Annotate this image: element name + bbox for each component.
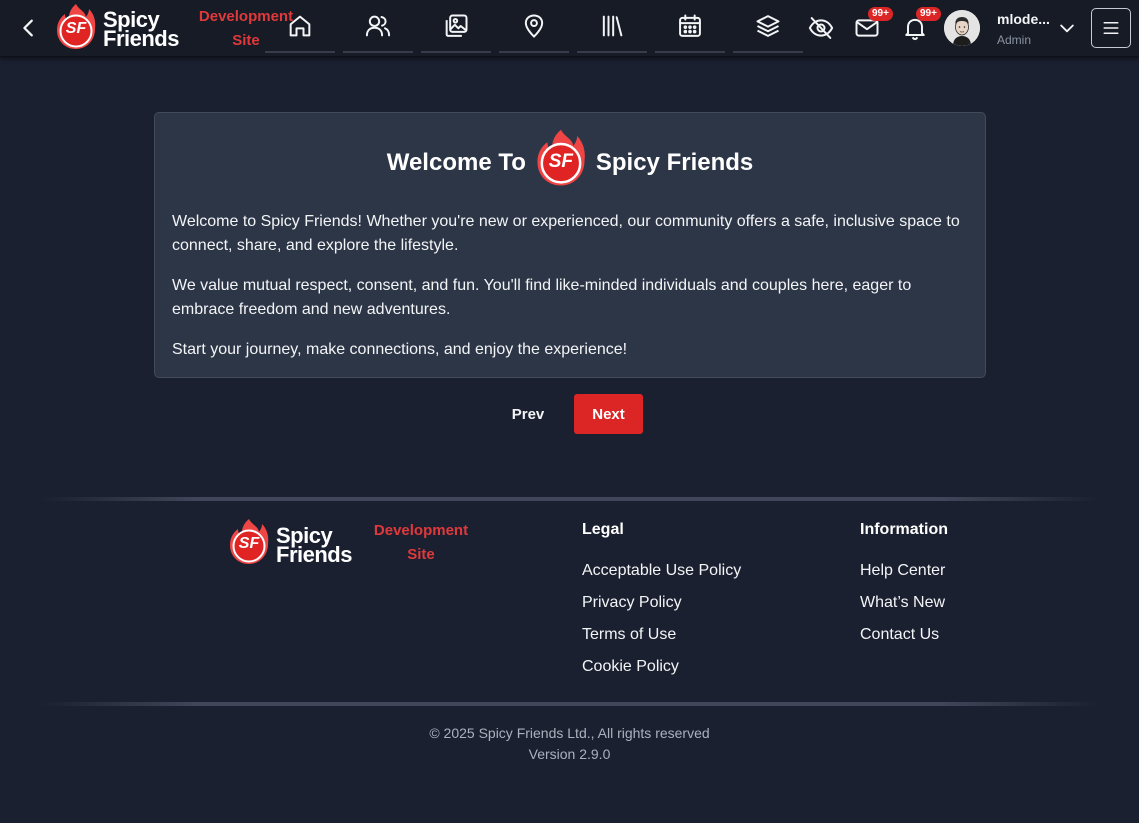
nav-tab-calendar[interactable] [655, 0, 725, 53]
brand-name-line2: Friends [103, 26, 179, 51]
footer-information-column: Information Help Center What’s New Conta… [860, 521, 948, 656]
eye-off-icon [808, 17, 834, 39]
messages-button[interactable]: 99+ [851, 7, 893, 44]
footer-link-help-center[interactable]: Help Center [860, 560, 948, 582]
messages-count-badge: 99+ [868, 7, 893, 21]
footer-development-site-label: Development Site [368, 519, 474, 567]
welcome-logo-letters: SF [548, 151, 574, 172]
chevron-down-icon[interactable] [1057, 18, 1077, 38]
welcome-card: Welcome To SF Spicy Friends Welcome to S… [154, 112, 986, 378]
footer-information-heading: Information [860, 521, 948, 538]
chevron-left-icon [23, 19, 33, 37]
footer-link-acceptable-use[interactable]: Acceptable Use Policy [582, 560, 741, 582]
footer-link-whats-new[interactable]: What’s New [860, 592, 948, 614]
footer-brand-line2: Friends [276, 541, 352, 567]
footer-logo-letters: SF [238, 535, 260, 552]
nav-tab-home[interactable] [265, 0, 335, 53]
welcome-title-prefix: Welcome To [386, 148, 526, 176]
visibility-toggle-button[interactable] [805, 12, 837, 44]
footer-legal-column: Legal Acceptable Use Policy Privacy Poli… [582, 521, 741, 688]
user-portrait-icon [944, 10, 980, 46]
notifications-count-badge: 99+ [916, 7, 941, 21]
brand-logo[interactable]: SF Spicy Friends [55, 4, 179, 52]
welcome-title-suffix: Spicy Friends [595, 148, 754, 176]
footer-legal-heading: Legal [582, 521, 624, 538]
library-icon [602, 15, 623, 36]
copyright-text: © 2025 Spicy Friends Ltd., All rights re… [429, 725, 710, 741]
user-role: Admin [997, 33, 1032, 47]
layers-icon [756, 14, 780, 37]
footer-dev-line1: Development [373, 522, 469, 539]
welcome-title: Welcome To SF Spicy Friends [155, 131, 985, 194]
logo-mark: SF [55, 2, 97, 55]
calendar-icon [679, 14, 701, 37]
footer-logo-mark: SF [228, 516, 270, 571]
main-nav-tabs [265, 0, 803, 53]
top-navigation-bar: SF Spicy Friends Development Site 99+ 99… [0, 0, 1139, 57]
welcome-paragraph: We value mutual respect, consent, and fu… [172, 277, 912, 318]
footer-bottom-divider [40, 702, 1099, 706]
user-name[interactable]: mlode... [997, 11, 1050, 27]
avatar[interactable] [944, 10, 980, 46]
menu-icon [1103, 22, 1119, 34]
welcome-logo: SF [526, 131, 596, 194]
footer-link-privacy[interactable]: Privacy Policy [582, 592, 741, 614]
images-icon [445, 14, 468, 37]
welcome-paragraph: Start your journey, make connections, an… [172, 341, 628, 358]
version-text: Version 2.9.0 [528, 746, 611, 762]
users-icon [365, 15, 391, 36]
footer-brand-logo[interactable]: SF Spicy Friends [228, 516, 352, 571]
welcome-text: Welcome to Spicy Friends! Whether you're… [172, 210, 972, 378]
nav-tab-gallery[interactable] [421, 0, 491, 53]
map-pin-icon [524, 14, 544, 38]
footer-link-cookie[interactable]: Cookie Policy [582, 656, 741, 678]
hamburger-menu-button[interactable] [1091, 8, 1131, 48]
brand-name: Spicy Friends [103, 9, 179, 51]
notifications-button[interactable]: 99+ [899, 7, 941, 44]
copyright-block: © 2025 Spicy Friends Ltd., All rights re… [0, 723, 1139, 765]
footer-dev-line2: Site [407, 546, 435, 563]
footer-link-contact[interactable]: Contact Us [860, 624, 948, 646]
nav-tab-library[interactable] [577, 0, 647, 53]
logo-letters: SF [65, 19, 87, 37]
footer-link-terms[interactable]: Terms of Use [582, 624, 741, 646]
nav-tab-locations[interactable] [499, 0, 569, 53]
nav-tab-layers[interactable] [733, 0, 803, 53]
welcome-paragraph: Welcome to Spicy Friends! Whether you're… [172, 213, 960, 254]
nav-tab-people[interactable] [343, 0, 413, 53]
next-button[interactable]: Next [574, 394, 643, 434]
back-button[interactable] [14, 13, 44, 43]
home-icon [289, 15, 311, 36]
footer-top-divider [40, 497, 1099, 501]
footer-brand-name: Spicy Friends [276, 524, 352, 567]
prev-button[interactable]: Prev [497, 394, 559, 434]
